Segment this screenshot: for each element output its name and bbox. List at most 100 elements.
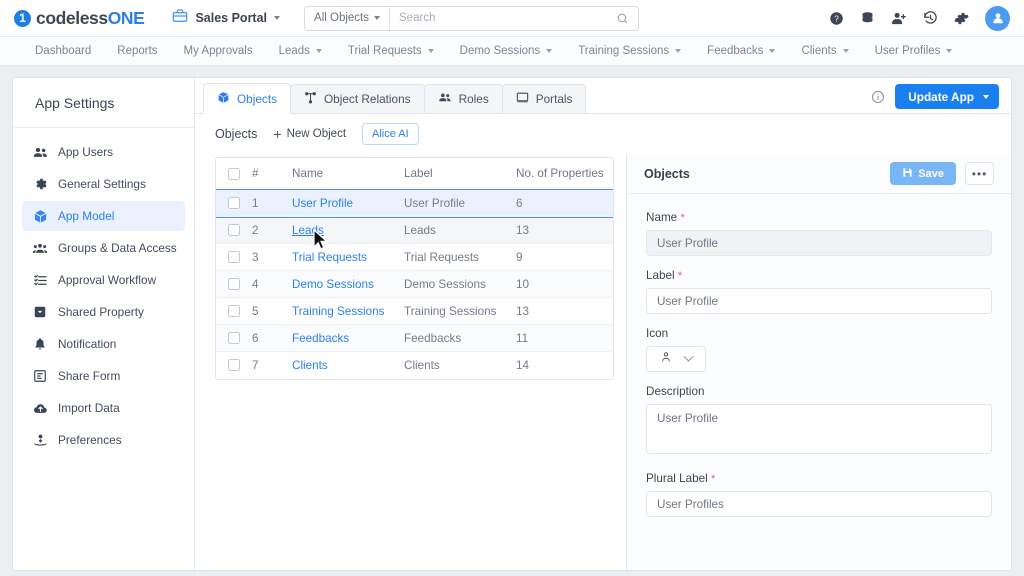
row-name-link[interactable]: Demo Sessions — [292, 278, 374, 291]
name-input[interactable] — [646, 230, 992, 256]
tab-portals[interactable]: Portals — [501, 84, 587, 113]
row-name-link[interactable]: Leads — [292, 224, 324, 237]
required-indicator: * — [680, 212, 685, 224]
chevron-down-icon — [427, 49, 434, 53]
nav-item-clients[interactable]: Clients — [788, 37, 861, 65]
settings-sidebar: App Settings App Users General Settings — [13, 78, 195, 570]
chevron-down-icon[interactable] — [983, 94, 989, 99]
tab-object-relations[interactable]: Object Relations — [290, 84, 425, 113]
description-textarea[interactable]: User Profile — [646, 404, 992, 454]
save-button[interactable]: Save — [890, 162, 956, 185]
update-app-button[interactable]: Update App — [895, 84, 999, 109]
gear-icon[interactable] — [954, 11, 969, 26]
nav-item-training-sessions[interactable]: Training Sessions — [565, 37, 694, 65]
search-scope-dropdown[interactable]: All Objects — [305, 6, 390, 30]
table-row[interactable]: 7 Clients Clients 14 — [216, 352, 613, 379]
row-name[interactable]: Training Sessions — [292, 297, 404, 325]
nav-item-trial-requests[interactable]: Trial Requests — [335, 37, 447, 65]
sidebar-item-app-users[interactable]: App Users — [22, 137, 185, 167]
sidebar-item-preferences[interactable]: Preferences — [22, 425, 185, 455]
table-row[interactable]: 5 Training Sessions Training Sessions 13 — [216, 297, 613, 325]
history-icon[interactable] — [923, 10, 938, 26]
field-plural-label: Plural Label * — [646, 472, 992, 517]
tab-objects[interactable]: Objects — [203, 83, 291, 113]
row-name[interactable]: Leads — [292, 216, 404, 244]
tab-label: Object Relations — [324, 92, 411, 106]
sidebar-item-notification[interactable]: Notification — [22, 329, 185, 359]
row-checkbox-cell — [216, 189, 252, 217]
column-header-label[interactable]: Label — [404, 158, 516, 190]
nav-item-reports[interactable]: Reports — [104, 37, 170, 65]
row-name[interactable]: Trial Requests — [292, 243, 404, 271]
row-checkbox[interactable] — [228, 305, 240, 317]
sidebar-item-shared-property[interactable]: Shared Property — [22, 297, 185, 327]
row-name-link[interactable]: Training Sessions — [292, 305, 384, 318]
portal-selector[interactable]: Sales Portal — [172, 8, 281, 29]
help-icon[interactable]: ? — [829, 11, 844, 26]
nav-item-demo-sessions[interactable]: Demo Sessions — [447, 37, 566, 65]
row-checkbox[interactable] — [228, 197, 240, 209]
table-row[interactable]: 4 Demo Sessions Demo Sessions 10 — [216, 270, 613, 298]
sidebar-item-share-form[interactable]: Share Form — [22, 361, 185, 391]
save-icon — [902, 167, 913, 181]
nav-item-feedbacks[interactable]: Feedbacks — [694, 37, 788, 65]
select-all-checkbox[interactable] — [228, 167, 240, 180]
table-row[interactable]: 3 Trial Requests Trial Requests 9 — [216, 243, 613, 271]
tab-bar: Objects Object Relations Roles Portals U… — [195, 78, 1011, 114]
content-card: App Settings App Users General Settings — [12, 77, 1012, 571]
app-logo[interactable]: 1 codelessONE — [14, 7, 145, 29]
logo-text-dark: codeless — [36, 7, 108, 28]
icon-select[interactable] — [646, 346, 706, 372]
tab-roles[interactable]: Roles — [423, 84, 503, 113]
sidebar-item-import-data[interactable]: Import Data — [22, 393, 185, 423]
row-name-link[interactable]: Trial Requests — [292, 251, 367, 264]
row-checkbox[interactable] — [228, 251, 240, 263]
row-checkbox[interactable] — [228, 359, 240, 372]
nav-item-leads[interactable]: Leads — [266, 37, 335, 65]
row-properties: 9 — [516, 243, 613, 271]
row-checkbox[interactable] — [228, 224, 240, 236]
info-icon[interactable] — [871, 90, 885, 104]
sidebar-item-approval-workflow[interactable]: Approval Workflow — [22, 265, 185, 295]
panel-form: Name * Label * Icon — [627, 194, 1011, 530]
search-icon[interactable] — [616, 12, 638, 25]
row-name[interactable]: Clients — [292, 352, 404, 379]
avatar[interactable] — [985, 5, 1010, 31]
field-label-label-text: Label — [646, 269, 675, 282]
nav-label: Dashboard — [35, 45, 92, 57]
column-header-num[interactable]: # — [252, 158, 292, 190]
column-header-properties[interactable]: No. of Properties — [516, 158, 613, 190]
nav-item-dashboard[interactable]: Dashboard — [22, 37, 104, 65]
more-options-button[interactable]: ••• — [965, 162, 994, 185]
table-row[interactable]: 2 Leads Leads 13 — [216, 216, 613, 244]
row-checkbox[interactable] — [228, 278, 240, 290]
row-name-link[interactable]: Feedbacks — [292, 332, 349, 345]
search-bar[interactable]: All Objects — [304, 5, 640, 31]
label-input[interactable] — [646, 288, 992, 314]
table-row[interactable]: 6 Feedbacks Feedbacks 11 — [216, 324, 613, 352]
save-label: Save — [918, 167, 944, 180]
row-properties: 10 — [516, 270, 613, 298]
alice-ai-button[interactable]: Alice AI — [362, 123, 419, 145]
column-header-name[interactable]: Name — [292, 158, 404, 190]
sidebar-item-groups-data-access[interactable]: Groups & Data Access — [22, 233, 185, 263]
new-object-button[interactable]: + New Object — [273, 127, 346, 141]
objects-table: # Name Label No. of Properties 1 User Pr… — [215, 157, 614, 380]
row-name-link[interactable]: User Profile — [292, 197, 353, 210]
add-user-icon[interactable] — [891, 11, 907, 26]
nav-item-my-approvals[interactable]: My Approvals — [171, 37, 266, 65]
sidebar-item-app-model[interactable]: App Model — [22, 201, 185, 231]
row-name[interactable]: User Profile — [292, 189, 404, 217]
plural-label-input[interactable] — [646, 491, 992, 517]
row-name[interactable]: Demo Sessions — [292, 270, 404, 298]
database-icon[interactable] — [860, 11, 875, 26]
table-row[interactable]: 1 User Profile User Profile 6 — [216, 188, 613, 218]
nav-item-user-profiles[interactable]: User Profiles — [862, 37, 966, 65]
row-name-link[interactable]: Clients — [292, 359, 328, 372]
chevron-down-icon — [315, 49, 322, 53]
row-name[interactable]: Feedbacks — [292, 324, 404, 352]
search-input[interactable] — [390, 12, 617, 24]
row-checkbox[interactable] — [228, 332, 240, 344]
sidebar-item-general-settings[interactable]: General Settings — [22, 169, 185, 199]
field-name-label: Name * — [646, 211, 992, 224]
